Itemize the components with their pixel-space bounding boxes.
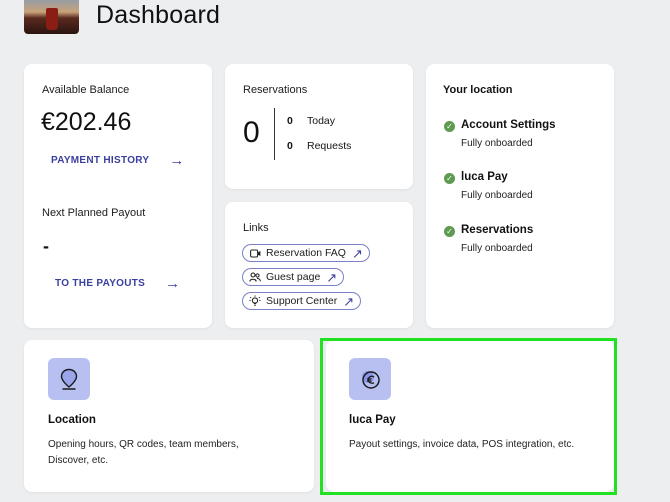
- guest-page-label: Guest page: [266, 271, 321, 283]
- links-label: Links: [243, 222, 269, 234]
- next-payout-label: Next Planned Payout: [42, 207, 146, 219]
- location-pin-icon: [48, 358, 90, 400]
- reservations-label: Reservations: [243, 84, 308, 96]
- luca-pay-tile-description: Payout settings, invoice data, POS integ…: [349, 439, 575, 450]
- reservation-faq-link[interactable]: Reservation FAQ ↗: [242, 244, 370, 262]
- links-card: Links Reservation FAQ ↗ Guest page ↗ Sup…: [225, 202, 413, 328]
- luca-pay-status: Fully onboarded: [461, 190, 533, 201]
- reservations-requests-row: 0 Requests: [287, 140, 351, 152]
- luca-pay-tile[interactable]: luca Pay Payout settings, invoice data, …: [326, 340, 614, 492]
- guest-page-link[interactable]: Guest page ↗: [242, 268, 345, 286]
- support-center-link[interactable]: Support Center ↗: [242, 292, 362, 310]
- page-title: Dashboard: [96, 1, 221, 29]
- reservations-today-row: 0 Today: [287, 115, 335, 127]
- balance-label: Available Balance: [42, 84, 130, 96]
- location-tile-description: Opening hours, QR codes, team members, D…: [48, 439, 239, 466]
- divider: [274, 108, 275, 160]
- avatar: [24, 0, 79, 34]
- euro-coin-icon: [349, 358, 391, 400]
- balance-amount: €202.46: [41, 108, 132, 136]
- check-icon: ✓: [444, 226, 455, 237]
- account-settings-title[interactable]: Account Settings: [461, 119, 556, 131]
- location-status-label: Your location: [443, 84, 513, 96]
- luca-pay-tile-title: luca Pay: [349, 414, 396, 426]
- next-payout-value: -: [43, 236, 49, 256]
- arrow-right-icon: →: [165, 275, 181, 292]
- video-icon: [249, 247, 261, 259]
- external-link-icon: ↗: [343, 293, 355, 309]
- location-tile[interactable]: Location Opening hours, QR codes, team m…: [24, 340, 314, 492]
- today-count: 0: [287, 115, 293, 127]
- today-label: Today: [307, 115, 336, 127]
- account-settings-status: Fully onboarded: [461, 138, 533, 149]
- luca-pay-title[interactable]: luca Pay: [461, 171, 508, 183]
- external-link-icon: ↗: [351, 245, 363, 261]
- reservations-card[interactable]: Reservations 0 0 Today 0 Requests: [225, 64, 413, 189]
- location-tile-title: Location: [48, 414, 96, 426]
- requests-count: 0: [287, 140, 293, 152]
- guests-icon: [249, 271, 261, 283]
- support-center-label: Support Center: [266, 295, 338, 307]
- arrow-right-icon: →: [169, 152, 185, 169]
- lightbulb-icon: [249, 295, 261, 307]
- reservations-status: Fully onboarded: [461, 243, 533, 254]
- payouts-link-label: TO THE PAYOUTS: [55, 278, 146, 289]
- reservations-total: 0: [243, 116, 260, 149]
- check-icon: ✓: [444, 121, 455, 132]
- payment-history-link[interactable]: PAYMENT HISTORY →: [51, 152, 185, 169]
- reservations-title[interactable]: Reservations: [461, 224, 533, 236]
- location-status-card: Your location ✓ Account Settings Fully o…: [426, 64, 614, 328]
- payment-history-label: PAYMENT HISTORY: [51, 155, 150, 166]
- check-icon: ✓: [444, 173, 455, 184]
- requests-label: Requests: [307, 140, 352, 152]
- balance-card: Available Balance €202.46 PAYMENT HISTOR…: [24, 64, 212, 328]
- external-link-icon: ↗: [326, 269, 338, 285]
- reservation-faq-label: Reservation FAQ: [266, 247, 346, 259]
- payouts-link[interactable]: TO THE PAYOUTS →: [55, 275, 180, 292]
